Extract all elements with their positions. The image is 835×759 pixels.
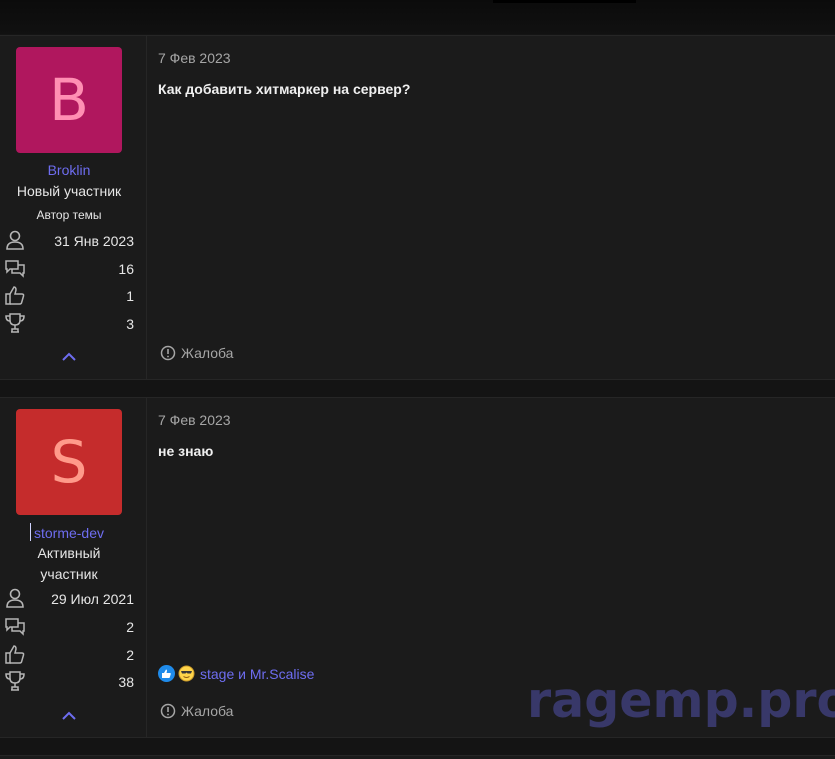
- messages-icon: [5, 618, 25, 636]
- post-body: Как добавить хитмаркер на сервер?: [158, 81, 411, 97]
- thumbs-up-icon: [5, 645, 25, 664]
- report-button[interactable]: Жалоба: [160, 345, 233, 361]
- post-broklin: B Broklin Новый участник Автор темы 31 Я…: [0, 35, 835, 380]
- avatar-letter: S: [50, 428, 88, 496]
- post-body: не знаю: [158, 443, 214, 459]
- report-label: Жалоба: [181, 703, 234, 719]
- like-reaction-icon: [158, 665, 175, 682]
- trophy-icon: [5, 313, 25, 333]
- username-link[interactable]: Broklin: [0, 162, 138, 178]
- thumbs-up-icon: [5, 286, 25, 305]
- user-info-cell: B Broklin Новый участник Автор темы 31 Я…: [0, 36, 147, 379]
- alert-circle-icon: [160, 345, 176, 361]
- stat-points: 38: [0, 670, 140, 694]
- text-cursor: [30, 523, 31, 541]
- stat-reactions: 2: [0, 643, 140, 667]
- alert-circle-icon: [160, 703, 176, 719]
- user-icon: [6, 588, 24, 608]
- stat-messages: 16: [0, 257, 140, 281]
- post-date[interactable]: 7 Фев 2023: [158, 412, 231, 428]
- report-button[interactable]: Жалоба: [160, 703, 233, 719]
- post-next-partial: [0, 755, 835, 759]
- user-title-line2: участник: [40, 566, 98, 582]
- avatar[interactable]: S: [16, 409, 122, 515]
- cool-emoji-icon: [178, 665, 195, 682]
- messages-count: 2: [126, 619, 134, 635]
- reactions-bar[interactable]: stage и Mr.Scalise: [158, 665, 314, 682]
- avatar-letter: B: [49, 66, 89, 134]
- stat-joined: 31 Янв 2023: [0, 229, 140, 253]
- reaction-users-link[interactable]: stage и Mr.Scalise: [200, 666, 314, 682]
- thread-starter-banner: Автор темы: [36, 208, 102, 222]
- user-info-cell: S storme-dev Активный участник 29 Июл 20…: [0, 398, 147, 737]
- stat-reactions: 1: [0, 284, 140, 308]
- watermark: ragemp.pro: [527, 672, 835, 729]
- avatar[interactable]: B: [16, 47, 122, 153]
- chevron-up-icon[interactable]: [60, 710, 78, 722]
- stat-messages: 2: [0, 615, 140, 639]
- post-date[interactable]: 7 Фев 2023: [158, 50, 231, 66]
- stat-points: 3: [0, 312, 140, 336]
- reactions-count: 1: [126, 288, 134, 304]
- trophy-icon: [5, 671, 25, 691]
- stat-joined: 29 Июл 2021: [0, 587, 140, 611]
- joined-date: 31 Янв 2023: [54, 233, 134, 249]
- report-label: Жалоба: [181, 345, 234, 361]
- username-link[interactable]: storme-dev: [0, 525, 138, 541]
- message-cell: 7 Фев 2023 Как добавить хитмаркер на сер…: [147, 36, 835, 379]
- messages-count: 16: [118, 261, 134, 277]
- points-count: 38: [118, 674, 134, 690]
- nav-tab-indicator: [493, 0, 636, 3]
- user-title-line1: Активный: [37, 545, 101, 561]
- points-count: 3: [126, 316, 134, 332]
- reactions-count: 2: [126, 647, 134, 663]
- top-navigation-bar: [0, 0, 835, 34]
- messages-icon: [5, 260, 25, 278]
- joined-date: 29 Июл 2021: [51, 591, 134, 607]
- chevron-up-icon[interactable]: [60, 351, 78, 363]
- user-icon: [6, 230, 24, 250]
- user-title: Новый участник: [16, 183, 122, 199]
